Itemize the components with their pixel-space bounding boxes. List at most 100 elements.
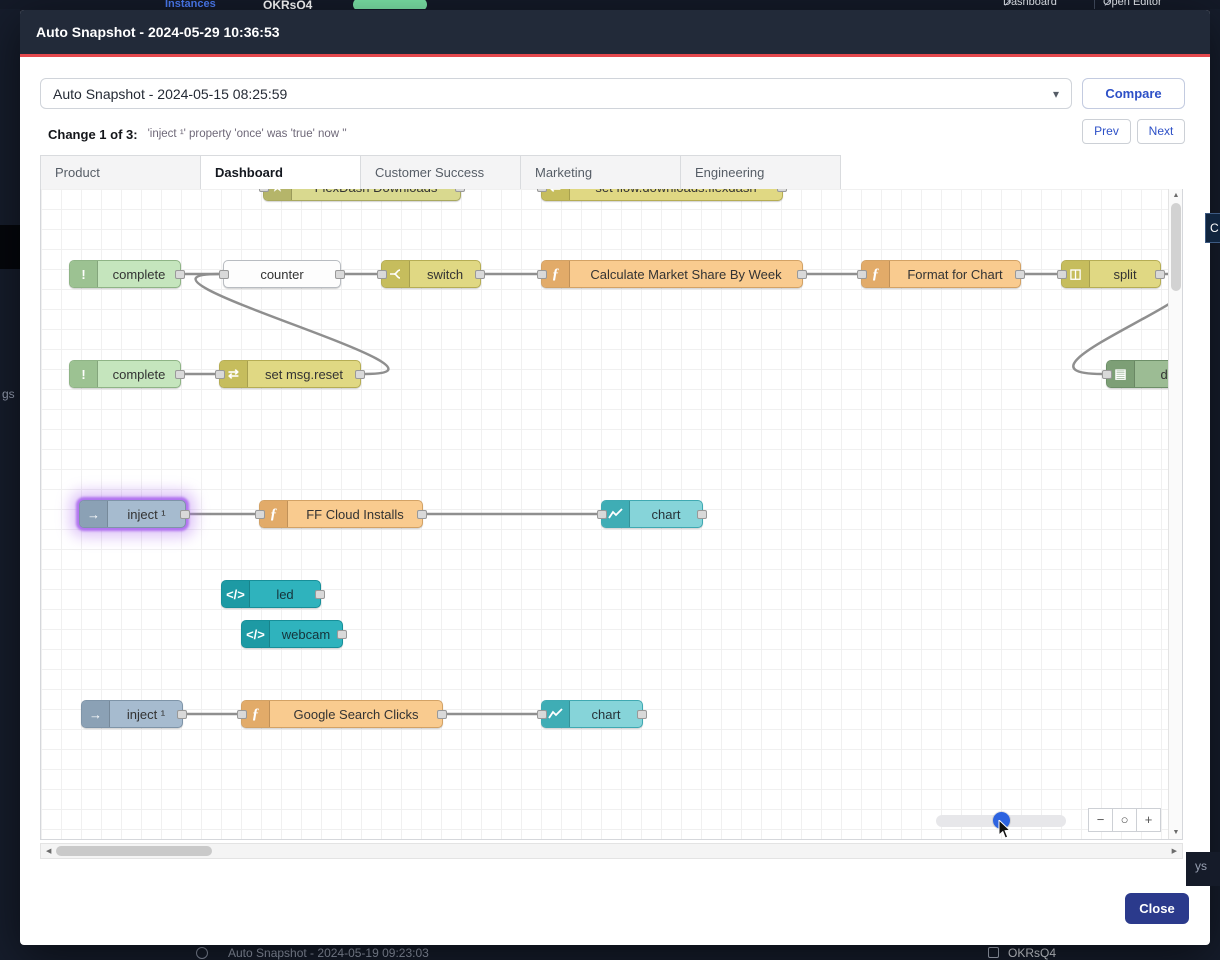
flow-node-format-for-chart[interactable]: ƒFormat for Chart [861,260,1021,288]
flow-canvas[interactable]: − ○ + ★FlexDash Downloads ⇄set flow.downl… [41,189,1168,839]
node-port-in[interactable] [597,510,607,519]
node-port-out[interactable] [455,189,465,192]
node-port-out[interactable] [175,270,185,279]
node-port-in[interactable] [537,710,547,719]
flow-node-flexdash-downloads[interactable]: ★FlexDash Downloads [263,189,461,201]
prev-button[interactable]: Prev [1082,119,1131,144]
zoom-reset-button[interactable]: ○ [1112,808,1137,832]
flow-node-debug[interactable]: ▤debu [1106,360,1168,388]
node-port-in[interactable] [857,270,867,279]
scroll-up-arrow[interactable]: ▲ [1169,192,1183,199]
right-side-tab[interactable]: C [1205,213,1220,243]
vertical-scroll-thumb[interactable] [1171,203,1181,291]
node-label: Format for Chart [890,267,1020,282]
node-port-in[interactable] [537,189,547,192]
tab-bar: ProductDashboardCustomer SuccessMarketin… [40,155,1183,190]
flow-node-ff-cloud-installs[interactable]: ƒFF Cloud Installs [259,500,423,528]
flow-node-complete-1[interactable]: !complete [69,260,181,288]
node-label: switch [410,267,480,282]
mouse-cursor [998,820,1012,839]
flow-node-webcam[interactable]: </>webcam [241,620,343,648]
node-label: inject ¹ [110,707,182,722]
external-link-icon: ↗ [1003,0,1012,9]
scroll-right-arrow[interactable]: ▶ [1172,847,1177,855]
complete-icon: ! [70,361,98,387]
scroll-down-arrow[interactable]: ▼ [1169,829,1183,836]
topbar-divider: | [1093,0,1096,9]
change-summary: Change 1 of 3: 'inject ¹' property 'once… [48,122,347,146]
node-port-in[interactable] [1057,270,1067,279]
tab-engineering[interactable]: Engineering [680,155,841,189]
flow-node-set-msg-reset[interactable]: ⇄set msg.reset [219,360,361,388]
chevron-down-icon: ▾ [1053,87,1059,101]
node-port-in[interactable] [215,370,225,379]
zoom-in-button[interactable]: + [1136,808,1161,832]
flow-node-counter[interactable]: counter [223,260,341,288]
flow-node-google-search-clicks[interactable]: ƒGoogle Search Clicks [241,700,443,728]
node-label: chart [570,707,642,722]
node-port-in[interactable] [377,270,387,279]
background-sidebar: gs [0,9,20,945]
snapshot-select[interactable]: Auto Snapshot - 2024-05-15 08:25:59 ▾ [40,78,1072,109]
horizontal-scroll-thumb[interactable] [56,846,212,856]
flow-node-complete-2[interactable]: !complete [69,360,181,388]
node-label: split [1090,267,1160,282]
node-port-out[interactable] [437,710,447,719]
snapshot-select-value: Auto Snapshot - 2024-05-15 08:25:59 [53,86,287,102]
node-port-in[interactable] [219,270,229,279]
next-button[interactable]: Next [1137,119,1185,144]
flow-node-inject-2[interactable]: →inject ¹ [81,700,183,728]
flow-node-chart-2[interactable]: chart [541,700,643,728]
flow-node-led[interactable]: </>led [221,580,321,608]
status-badge [353,0,427,9]
tab-customer-success[interactable]: Customer Success [360,155,521,189]
node-port-out[interactable] [180,510,190,519]
node-port-in[interactable] [259,189,269,192]
flow-node-chart-1[interactable]: chart [601,500,703,528]
node-port-in[interactable] [255,510,265,519]
node-port-in[interactable] [1102,370,1112,379]
instances-link[interactable]: Instances [165,0,216,9]
node-port-out[interactable] [315,590,325,599]
node-label: debu [1135,367,1168,382]
tab-product[interactable]: Product [40,155,201,189]
flow-node-calc-market-share[interactable]: ƒCalculate Market Share By Week [541,260,803,288]
node-port-out[interactable] [335,270,345,279]
flow-node-inject-1[interactable]: →inject ¹ [79,500,186,528]
screen: Instances OKRsQ4 Dashboard ↗ | Open Edit… [0,0,1220,960]
node-port-in[interactable] [237,710,247,719]
node-label: led [250,587,320,602]
close-button[interactable]: Close [1125,893,1189,924]
instance-icon [988,947,999,958]
node-port-out[interactable] [637,710,647,719]
vertical-scrollbar[interactable]: ▲ ▼ [1168,189,1182,839]
node-port-out[interactable] [417,510,427,519]
sidebar-active-item[interactable] [0,225,20,269]
modal-header: Auto Snapshot - 2024-05-29 10:36:53 [20,10,1210,57]
node-port-out[interactable] [797,270,807,279]
flow-node-set-flow-downloads[interactable]: ⇄set flow.downloads.flexdash [541,189,783,201]
node-port-in[interactable] [537,270,547,279]
code-icon: </> [222,581,250,607]
tab-marketing[interactable]: Marketing [520,155,681,189]
flow-canvas-container: − ○ + ★FlexDash Downloads ⇄set flow.downl… [40,189,1183,840]
scroll-left-arrow[interactable]: ◀ [46,847,51,855]
node-port-out[interactable] [175,370,185,379]
node-port-out[interactable] [355,370,365,379]
compare-button[interactable]: Compare [1082,78,1185,109]
node-port-out[interactable] [475,270,485,279]
horizontal-scrollbar[interactable]: ◀ ▶ [40,843,1183,859]
node-port-out[interactable] [337,630,347,639]
tab-dashboard[interactable]: Dashboard [200,155,361,190]
node-port-out[interactable] [697,510,707,519]
flow-node-split[interactable]: ◫split [1061,260,1161,288]
flow-node-switch[interactable]: switch [381,260,481,288]
node-port-out[interactable] [177,710,187,719]
change-counter-label: Change 1 of 3: [48,127,138,142]
node-port-out[interactable] [1155,270,1165,279]
zoom-out-button[interactable]: − [1088,808,1113,832]
node-port-out[interactable] [777,189,787,192]
app-name: OKRsQ4 [263,0,312,9]
node-port-out[interactable] [1015,270,1025,279]
node-label: counter [224,267,340,282]
